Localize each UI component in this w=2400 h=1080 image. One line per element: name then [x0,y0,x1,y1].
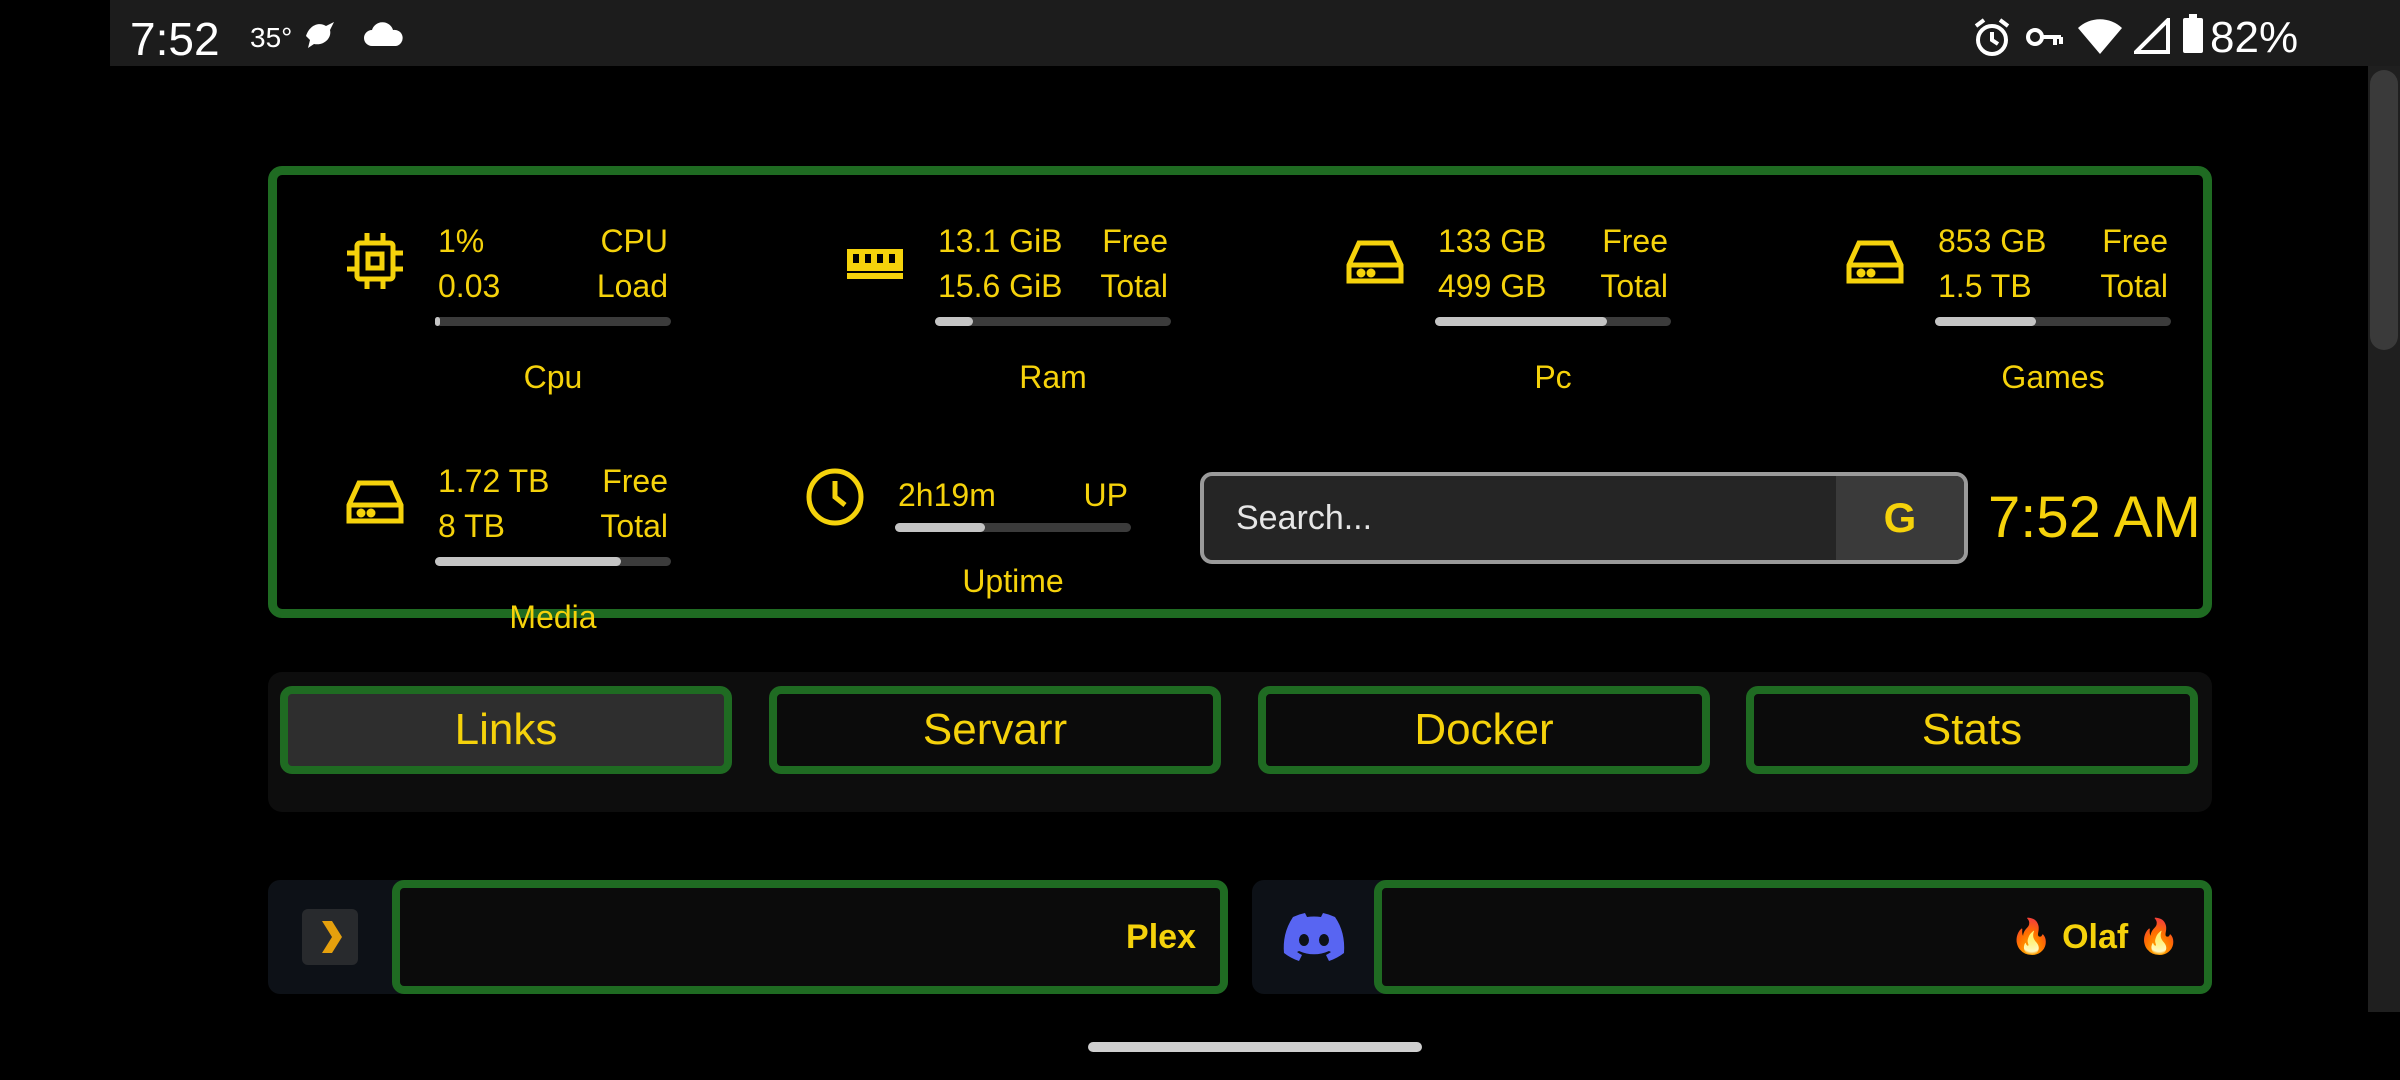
ram-total-value: 15.6 GiB [938,268,1063,304]
cpu-load-label: Load [596,268,668,304]
tab-stats[interactable]: Stats [1746,686,2198,774]
hard-drive-icon [343,469,407,533]
cloud-icon [362,22,404,53]
media-total-label: Total [600,508,668,544]
uptime-value: 2h19m [898,477,996,513]
media-usage-bar [435,557,671,566]
plex-icon [268,880,392,994]
search-box: G [1200,472,1968,564]
hard-drive-icon [1343,229,1407,293]
stat-games-disk: 853 GB Free 1.5 TB Total Games [1843,199,2263,395]
tab-docker[interactable]: Docker [1258,686,1710,774]
media-total-value: 8 TB [438,508,505,544]
ram-total-label: Total [1100,268,1168,304]
tab-servarr[interactable]: Servarr [769,686,1221,774]
stat-pc-disk: 133 GB Free 499 GB Total Pc [1343,199,1763,395]
cellular-signal-icon [2131,15,2170,59]
pc-total-value: 499 GB [1438,268,1547,304]
cpu-percent: 1% [438,223,485,259]
games-free-value: 853 GB [1938,223,2047,259]
battery-percent: 82% [2210,13,2299,62]
tab-links[interactable]: Links [280,686,732,774]
games-usage-bar [1935,317,2171,326]
pc-free-label: Free [1602,223,1668,259]
notification-bird-icon [302,16,338,55]
google-search-button[interactable]: G [1836,476,1964,560]
cpu-caption: Cpu [523,359,583,395]
games-free-label: Free [2102,223,2168,259]
cpu-label: CPU [600,223,668,259]
link-olaf[interactable]: 🔥 Olaf 🔥 [1374,880,2212,994]
scrollbar-thumb[interactable] [2370,70,2398,350]
ram-usage-bar [935,317,1171,326]
stat-cpu: 1% CPU 0.03 Load Cpu [343,199,763,395]
media-caption: Media [509,599,597,635]
ram-caption: Ram [1019,359,1087,395]
status-time: 7:52 [130,13,220,65]
cpu-usage-bar [435,317,671,326]
games-total-value: 1.5 TB [1938,268,2032,304]
media-free-label: Free [602,463,668,499]
vpn-key-icon [2025,24,2065,55]
media-free-value: 1.72 TB [438,463,550,499]
hard-drive-icon [1843,229,1907,293]
cpu-load-value: 0.03 [438,268,501,304]
clock-display: 7:52 AM [1988,485,2201,550]
ram-free-label: Free [1102,223,1168,259]
games-caption: Games [2001,359,2105,395]
discord-icon [1252,880,1376,994]
link-plex[interactable]: Plex [392,880,1228,994]
stat-media-disk: 1.72 TB Free 8 TB Total Media [343,439,763,635]
alarm-icon [1972,18,2012,63]
uptime-caption: Uptime [962,563,1064,599]
stat-ram: 13.1 GiB Free 15.6 GiB Total Ram [843,199,1263,395]
stat-uptime: 2h19m UP Uptime [803,453,1223,643]
pc-total-label: Total [1600,268,1668,304]
battery-icon [2182,14,2204,59]
pc-free-value: 133 GB [1438,223,1547,259]
cpu-icon [343,229,407,293]
pc-caption: Pc [1534,359,1572,395]
search-input[interactable] [1204,476,1834,560]
uptime-bar [895,523,1131,532]
status-bar: 7:52 35° 82% [110,0,2400,66]
ram-free-value: 13.1 GiB [938,223,1063,259]
uptime-label: UP [1083,477,1128,513]
wifi-icon [2078,18,2122,59]
status-temperature: 35° [250,22,293,53]
clock-icon [803,465,867,529]
games-total-label: Total [2100,268,2168,304]
home-indicator[interactable] [1088,1042,1422,1052]
pc-usage-bar [1435,317,1671,326]
memory-icon [843,229,907,293]
